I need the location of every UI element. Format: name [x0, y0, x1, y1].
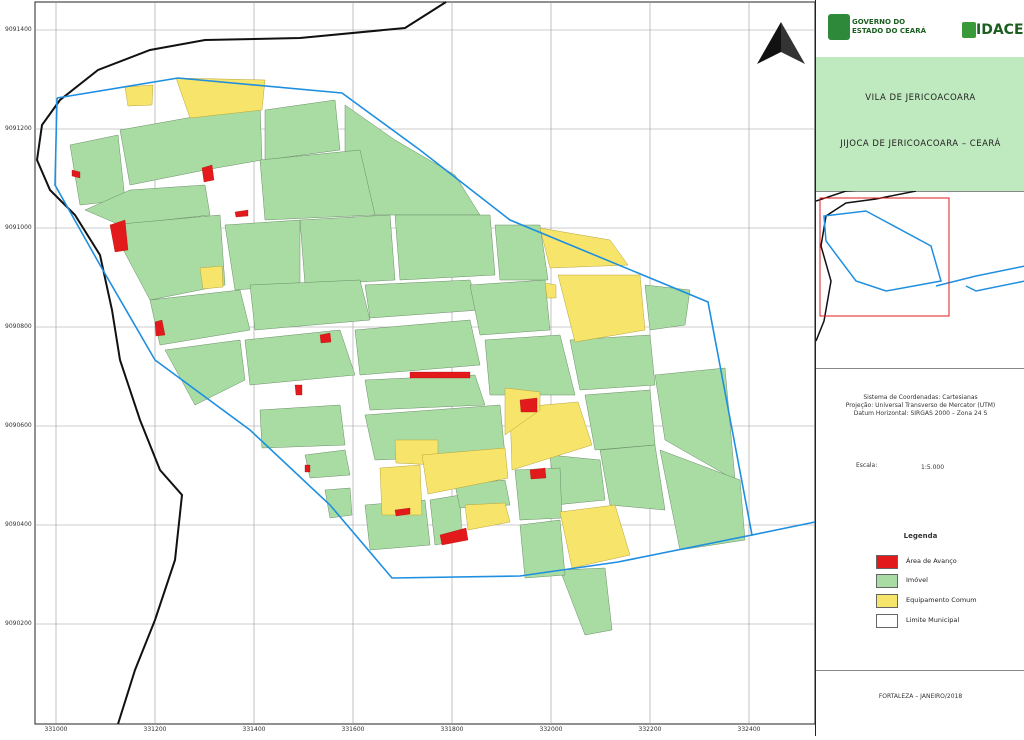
logo-left-line2: ESTADO DO CEARÁ [852, 27, 927, 35]
x-tick-label: 331000 [44, 726, 68, 733]
y-tick-label: 9091000 [5, 224, 32, 231]
scale-label: Escala: [856, 462, 878, 469]
legend-title: Legenda [903, 532, 938, 540]
legend-swatch-imovel [876, 574, 898, 588]
legend-label-limite: Limite Municipal [906, 616, 960, 624]
locator-map [815, 180, 1024, 369]
x-tick-label: 332000 [539, 726, 563, 733]
info-legend-box: Sistema de Coordenadas: Cartesianas Proj… [816, 368, 1024, 671]
locator-svg [815, 180, 1024, 342]
scale-value: 1:5.000 [921, 464, 945, 471]
logo-header: GOVERNO DO ESTADO DO CEARÁ IDACE [816, 0, 1024, 58]
title-box: VILA DE JERICOACOARA JIJOCA DE JERICOACO… [816, 57, 1024, 192]
side-panel: GOVERNO DO ESTADO DO CEARÁ IDACE VILA DE… [815, 0, 1024, 736]
legend-swatch-avanco [876, 555, 898, 569]
x-tick-label: 331400 [242, 726, 266, 733]
legend-label-equipamento: Equipamento Comum [906, 596, 977, 604]
x-tick-label: 331800 [440, 726, 464, 733]
title-line2: JIJOCA DE JERICOACOARA – CEARÁ [840, 139, 1001, 149]
projection-line2: Projeção: Universal Transverso de Mercat… [845, 402, 996, 409]
legend-swatch-limite [876, 614, 898, 628]
logo-right: IDACE [976, 22, 1024, 38]
ceara-seal-icon [828, 14, 850, 40]
y-tick-label: 9091200 [5, 125, 32, 132]
legend-swatch-equipamento [876, 594, 898, 608]
y-tick-label: 9090600 [5, 422, 32, 429]
x-tick-label: 331600 [341, 726, 365, 733]
legend-label-imovel: Imóvel [906, 576, 928, 584]
x-tick-label: 331200 [143, 726, 167, 733]
footer-text: FORTALEZA – JANEIRO/2018 [878, 693, 963, 700]
idace-leaf-icon [962, 22, 976, 38]
x-tick-label: 332400 [737, 726, 761, 733]
y-tick-label: 9090400 [5, 521, 32, 528]
legend-label-avanco: Área de Avanço [906, 557, 957, 565]
projection-line1: Sistema de Coordenadas: Cartesianas [863, 394, 978, 401]
x-tick-label: 332200 [638, 726, 662, 733]
title-line1: VILA DE JERICOACOARA [865, 93, 976, 103]
y-tick-label: 9091400 [5, 26, 32, 33]
projection-line3: Datum Horizontal: SIRGAS 2000 – Zona 24 … [853, 410, 988, 417]
y-tick-label: 9090800 [5, 323, 32, 330]
logo-left-line1: GOVERNO DO [852, 18, 906, 26]
y-tick-label: 9090200 [5, 620, 32, 627]
